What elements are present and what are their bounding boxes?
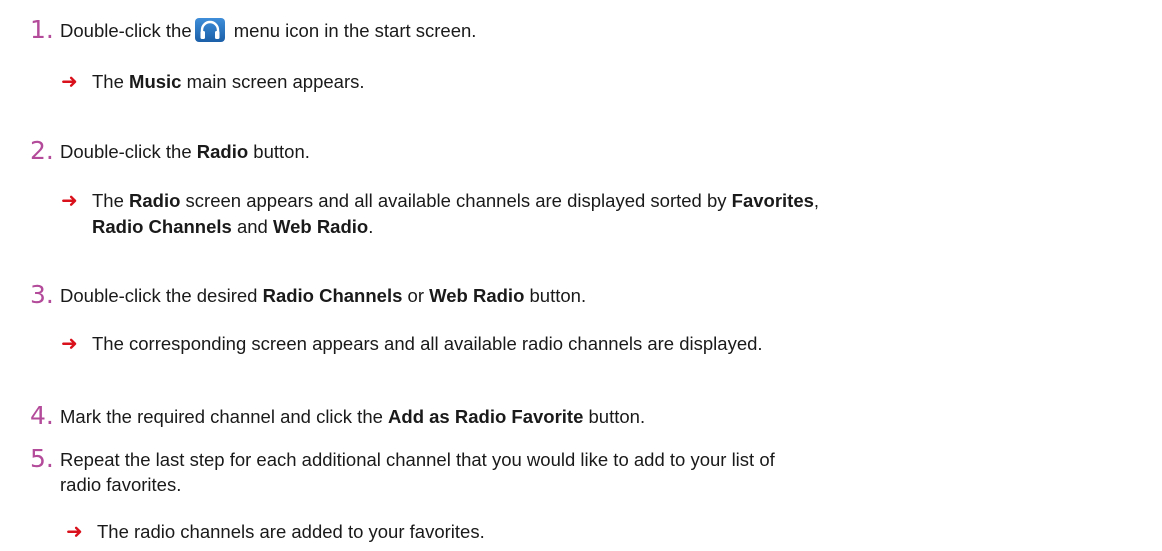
arrow-right-icon: ➜ [66,519,83,543]
result-text-line-2: Radio Channels and Web Radio. [92,216,374,237]
instruction-text: menu icon in the start screen. [228,20,477,41]
step-number: 1. [30,15,54,44]
arrow-right-icon: ➜ [61,331,78,355]
result-text: The Music main screen appears. [92,71,365,92]
result-text: The Radio screen appears and all availab… [92,190,820,211]
step-number: 4. [30,401,54,430]
step-instruction-line-2: radio favorites. [60,474,182,495]
arrow-right-icon: ➜ [61,69,78,93]
step-instruction: Repeat the last step for each additional… [60,449,775,470]
arrow-right-icon: ➜ [61,188,78,212]
instruction-text: Double-click the [60,20,192,41]
step-instruction: Mark the required channel and click the … [60,406,646,427]
step-instruction: Double-click the desired Radio Channels … [60,285,587,306]
result-text: The radio channels are added to your fav… [97,521,485,542]
step-2-result: ➜ The Radio screen appears and all avail… [61,188,1151,240]
step-number: 3. [30,280,54,309]
step-number: 5. [30,444,54,473]
step-number: 2. [30,136,54,165]
step-instruction: Double-click the menu icon in the start … [60,18,476,43]
step-instruction: Double-click the Radio button. [60,141,310,162]
headphones-icon [194,18,225,42]
result-text: The corresponding screen appears and all… [92,333,763,354]
